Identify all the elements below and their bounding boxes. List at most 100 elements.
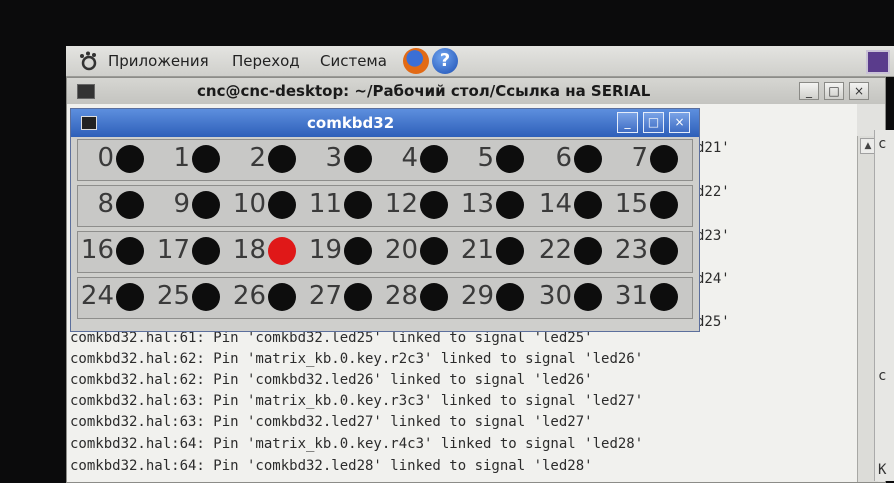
led-on-indicator: [268, 237, 296, 265]
led-number-label: 17: [156, 235, 190, 265]
firefox-icon[interactable]: [403, 48, 429, 74]
comkbd32-maximize-button[interactable]: □: [643, 112, 664, 133]
led-off-indicator: [420, 283, 448, 311]
led-cell: 17: [144, 232, 220, 272]
led-number-label: 3: [325, 143, 342, 173]
led-number-label: 26: [232, 281, 266, 311]
led-off-indicator: [574, 145, 602, 173]
led-cell: 11: [296, 186, 372, 226]
led-off-indicator: [116, 283, 144, 311]
led-number-label: 12: [384, 189, 418, 219]
led-number-label: 5: [477, 143, 494, 173]
top-panel: Приложения Переход Система: [66, 46, 894, 77]
led-cell: 23: [602, 232, 678, 272]
led-grid: 0 1 2 3 4 5 6 7 8 9 10 11 12 13 14 15 16 17 18 19 20 21 22 23 24…: [77, 139, 693, 323]
log-line: comkbd32.hal:63: Pin 'comkbd32.led27' li…: [70, 414, 593, 430]
log-line-fragment: d24': [696, 271, 730, 287]
led-number-label: 29: [460, 281, 494, 311]
led-off-indicator: [650, 145, 678, 173]
led-cell: 5: [448, 140, 524, 180]
led-number-label: 25: [156, 281, 190, 311]
led-off-indicator: [116, 145, 144, 173]
terminal-icon: [77, 84, 95, 99]
led-number-label: 10: [232, 189, 266, 219]
help-icon[interactable]: ?: [432, 48, 458, 74]
led-cell: 29: [448, 278, 524, 318]
comkbd32-title: comkbd32: [307, 114, 395, 132]
led-cell: 12: [372, 186, 448, 226]
comkbd32-minimize-button[interactable]: _: [617, 112, 638, 133]
led-cell: 15: [602, 186, 678, 226]
comkbd32-titlebar[interactable]: comkbd32 _ □ ×: [71, 109, 699, 137]
log-line-fragment: d23': [696, 228, 730, 244]
bg-window-text: c: [878, 136, 887, 152]
bg-window-text: K: [878, 462, 887, 478]
led-number-label: 20: [384, 235, 418, 265]
led-cell: 30: [526, 278, 602, 318]
led-off-indicator: [496, 145, 524, 173]
led-off-indicator: [116, 237, 144, 265]
led-off-indicator: [344, 145, 372, 173]
led-cell: 21: [448, 232, 524, 272]
led-cell: 28: [372, 278, 448, 318]
led-off-indicator: [496, 237, 524, 265]
led-number-label: 11: [308, 189, 342, 219]
led-off-indicator: [420, 237, 448, 265]
led-off-indicator: [420, 191, 448, 219]
led-cell: 4: [372, 140, 448, 180]
led-off-indicator: [192, 145, 220, 173]
led-off-indicator: [496, 283, 524, 311]
led-off-indicator: [574, 237, 602, 265]
comkbd32-close-button[interactable]: ×: [669, 112, 690, 133]
led-off-indicator: [650, 283, 678, 311]
led-off-indicator: [192, 191, 220, 219]
led-cell: 22: [526, 232, 602, 272]
menu-applications[interactable]: Приложения: [108, 52, 209, 70]
led-number-label: 28: [384, 281, 418, 311]
led-cell: 6: [526, 140, 602, 180]
led-number-label: 22: [538, 235, 572, 265]
led-number-label: 9: [173, 189, 190, 219]
led-off-indicator: [574, 283, 602, 311]
led-number-label: 19: [308, 235, 342, 265]
led-off-indicator: [192, 237, 220, 265]
terminal-titlebar[interactable]: cnc@cnc-desktop: ~/Рабочий стол/Ссылка н…: [67, 78, 885, 104]
led-number-label: 16: [80, 235, 114, 265]
led-number-label: 13: [460, 189, 494, 219]
led-number-label: 6: [555, 143, 572, 173]
tray-app-icon[interactable]: [866, 50, 890, 74]
led-cell: 26: [220, 278, 296, 318]
led-cell: 3: [296, 140, 372, 180]
menu-places[interactable]: Переход: [232, 52, 300, 70]
log-line: comkbd32.hal:62: Pin 'matrix_kb.0.key.r2…: [70, 351, 644, 367]
led-off-indicator: [344, 237, 372, 265]
led-off-indicator: [268, 145, 296, 173]
led-number-label: 23: [614, 235, 648, 265]
terminal-maximize-button[interactable]: □: [824, 82, 844, 100]
log-line-fragment: d25': [696, 314, 730, 330]
terminal-close-button[interactable]: ×: [849, 82, 869, 100]
led-cell: 9: [144, 186, 220, 226]
led-number-label: 27: [308, 281, 342, 311]
led-cell: 24: [68, 278, 144, 318]
led-off-indicator: [268, 283, 296, 311]
led-number-label: 7: [631, 143, 648, 173]
led-number-label: 24: [80, 281, 114, 311]
led-number-label: 31: [614, 281, 648, 311]
led-number-label: 4: [401, 143, 418, 173]
terminal-minimize-button[interactable]: _: [799, 82, 819, 100]
led-off-indicator: [650, 237, 678, 265]
log-line: comkbd32.hal:64: Pin 'comkbd32.led28' li…: [70, 458, 593, 474]
led-cell: 10: [220, 186, 296, 226]
led-cell: 18: [220, 232, 296, 272]
led-row: 8 9 10 11 12 13 14 15: [77, 185, 693, 227]
led-cell: 14: [526, 186, 602, 226]
led-cell: 31: [602, 278, 678, 318]
led-number-label: 2: [249, 143, 266, 173]
led-off-indicator: [344, 283, 372, 311]
menu-system[interactable]: Система: [320, 52, 387, 70]
led-off-indicator: [420, 145, 448, 173]
led-number-label: 8: [97, 189, 114, 219]
gnome-foot-icon[interactable]: [78, 51, 100, 71]
led-number-label: 0: [97, 143, 114, 173]
